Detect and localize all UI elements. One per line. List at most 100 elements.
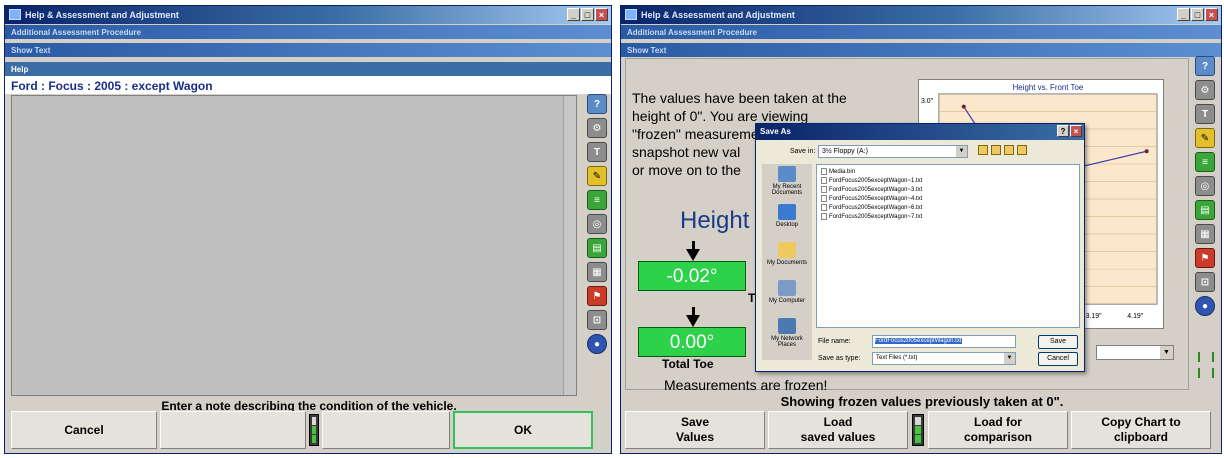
axle-icon [1198,368,1214,378]
specs-icon[interactable]: ≡ [587,190,607,210]
left-menu-band[interactable]: Show Text [5,43,611,57]
left-help-bar[interactable]: Help [5,62,611,76]
level-gauge [911,411,925,449]
file-list[interactable]: Media.bin FordFocus2005exceptWagon~1.txt… [816,164,1080,328]
help-icon[interactable]: ? [587,94,607,114]
dialog-save-button[interactable]: Save [1038,335,1078,349]
place-recent[interactable]: My Recent Documents [762,164,812,202]
note-textarea[interactable] [11,95,577,396]
file-name-input[interactable]: FordFocus2005exceptWagon.txt [872,335,1016,348]
height-readout: -0.02° [638,261,746,291]
file-name-label: File name: [818,338,851,345]
copy-chart-button[interactable]: Copy Chart to clipboard [1071,411,1211,449]
globe-icon[interactable]: ● [1195,296,1215,316]
printer-icon[interactable]: ▦ [587,262,607,282]
empty-softkey-2[interactable] [322,411,450,449]
dialog-close-button[interactable]: × [1070,125,1082,137]
new-folder-icon[interactable] [1004,145,1014,155]
level-gauge [309,411,319,449]
save-in-select[interactable]: 3½ Floppy (A:) ▼ [818,145,968,158]
up-folder-icon[interactable] [991,145,1001,155]
pencil-icon[interactable]: ✎ [1195,128,1215,148]
close-button[interactable]: × [595,8,608,21]
level-meter [912,414,924,446]
car-icon[interactable]: ⊡ [587,310,607,330]
left-subtitle-band: Additional Assessment Procedure [5,25,611,39]
file-icon [821,186,827,193]
tsb-icon[interactable]: T [1195,104,1215,124]
app-icon [625,9,637,20]
specs-icon[interactable]: ≡ [1195,152,1215,172]
right-tool-rail: ? ⚙ T ✎ ≡ ◎ ▤ ▦ ⚑ ⊡ ● [1193,56,1217,316]
tire-icon[interactable]: ◎ [1195,176,1215,196]
place-documents[interactable]: My Documents [762,240,812,278]
printer-icon[interactable]: ▦ [1195,224,1215,244]
note-scrollbar[interactable] [563,96,576,395]
save-values-button[interactable]: Save Values [625,411,765,449]
readings-icon[interactable]: ▤ [587,238,607,258]
file-item[interactable]: FordFocus2005exceptWagon~6.txt [821,204,1075,213]
level-meter [309,414,319,446]
load-saved-values-button[interactable]: Load saved values [768,411,908,449]
dialog-toolbar [978,145,1027,155]
desktop-icon [778,204,796,220]
data-point [1144,149,1149,154]
documents-folder-icon [778,242,796,258]
cancel-button[interactable]: Cancel [11,411,157,449]
save-as-type-select[interactable]: Text Files (*.txt) ▼ [872,352,1016,365]
network-icon [778,318,796,334]
tire-icon[interactable]: ◎ [587,214,607,234]
chart-x-ticks: 3.19" 4.19" [1086,313,1144,320]
wrench-icon[interactable]: ⚙ [1195,80,1215,100]
place-computer[interactable]: My Computer [762,278,812,316]
dialog-title: Save As [760,127,791,136]
chart-select[interactable]: ▼ [1096,345,1174,360]
back-icon[interactable] [978,145,988,155]
right-menu-band[interactable]: Show Text [621,43,1221,57]
tsb-icon[interactable]: T [587,142,607,162]
file-item[interactable]: FordFocus2005exceptWagon~7.txt [821,213,1075,222]
file-name-value: FordFocus2005exceptWagon.txt [875,338,962,344]
flag-icon[interactable]: ⚑ [587,286,607,306]
maximize-button[interactable]: □ [581,8,594,21]
close-button[interactable]: × [1205,8,1218,21]
dialog-cancel-button[interactable]: Cancel [1038,352,1078,366]
wrench-icon[interactable]: ⚙ [587,118,607,138]
right-title-bar: Help & Assessment and Adjustment _ □ × [621,6,1221,24]
chevron-down-icon: ▼ [1160,346,1173,359]
x-tick-label: 3.19" [1086,313,1103,320]
total-toe-readout: 0.00° [638,327,746,357]
data-point [961,104,966,109]
dialog-title-bar: Save As ? × [756,124,1084,140]
help-button[interactable]: ? [1057,125,1069,137]
total-toe-label: Total Toe [662,357,714,371]
readings-icon[interactable]: ▤ [1195,200,1215,220]
vehicle-heading: Ford : Focus : 2005 : except Wagon [5,76,611,94]
save-as-type-value: Text Files (*.txt) [876,355,918,361]
views-icon[interactable] [1017,145,1027,155]
flag-icon[interactable]: ⚑ [1195,248,1215,268]
place-desktop[interactable]: Desktop [762,202,812,240]
car-icon[interactable]: ⊡ [1195,272,1215,292]
recent-documents-icon [778,166,796,182]
help-icon[interactable]: ? [1195,56,1215,76]
maximize-button[interactable]: □ [1191,8,1204,21]
left-softkey-bar: Cancel OK [11,411,593,449]
place-network[interactable]: My Network Places [762,316,812,354]
ok-button[interactable]: OK [453,411,593,449]
globe-icon[interactable]: ● [587,334,607,354]
y-tick-label: 3.0" [921,98,934,105]
file-item[interactable]: FordFocus2005exceptWagon~3.txt [821,186,1075,195]
empty-softkey-1[interactable] [160,411,306,449]
down-arrow-icon [686,315,700,327]
file-item[interactable]: FordFocus2005exceptWagon~4.txt [821,195,1075,204]
file-icon [821,168,827,175]
file-icon [821,195,827,202]
minimize-button[interactable]: _ [567,8,580,21]
load-comparison-button[interactable]: Load for comparison [928,411,1068,449]
file-item[interactable]: FordFocus2005exceptWagon~1.txt [821,177,1075,186]
minimize-button[interactable]: _ [1177,8,1190,21]
pencil-icon[interactable]: ✎ [587,166,607,186]
file-item[interactable]: Media.bin [821,168,1075,177]
save-in-label: Save in: [790,148,816,155]
